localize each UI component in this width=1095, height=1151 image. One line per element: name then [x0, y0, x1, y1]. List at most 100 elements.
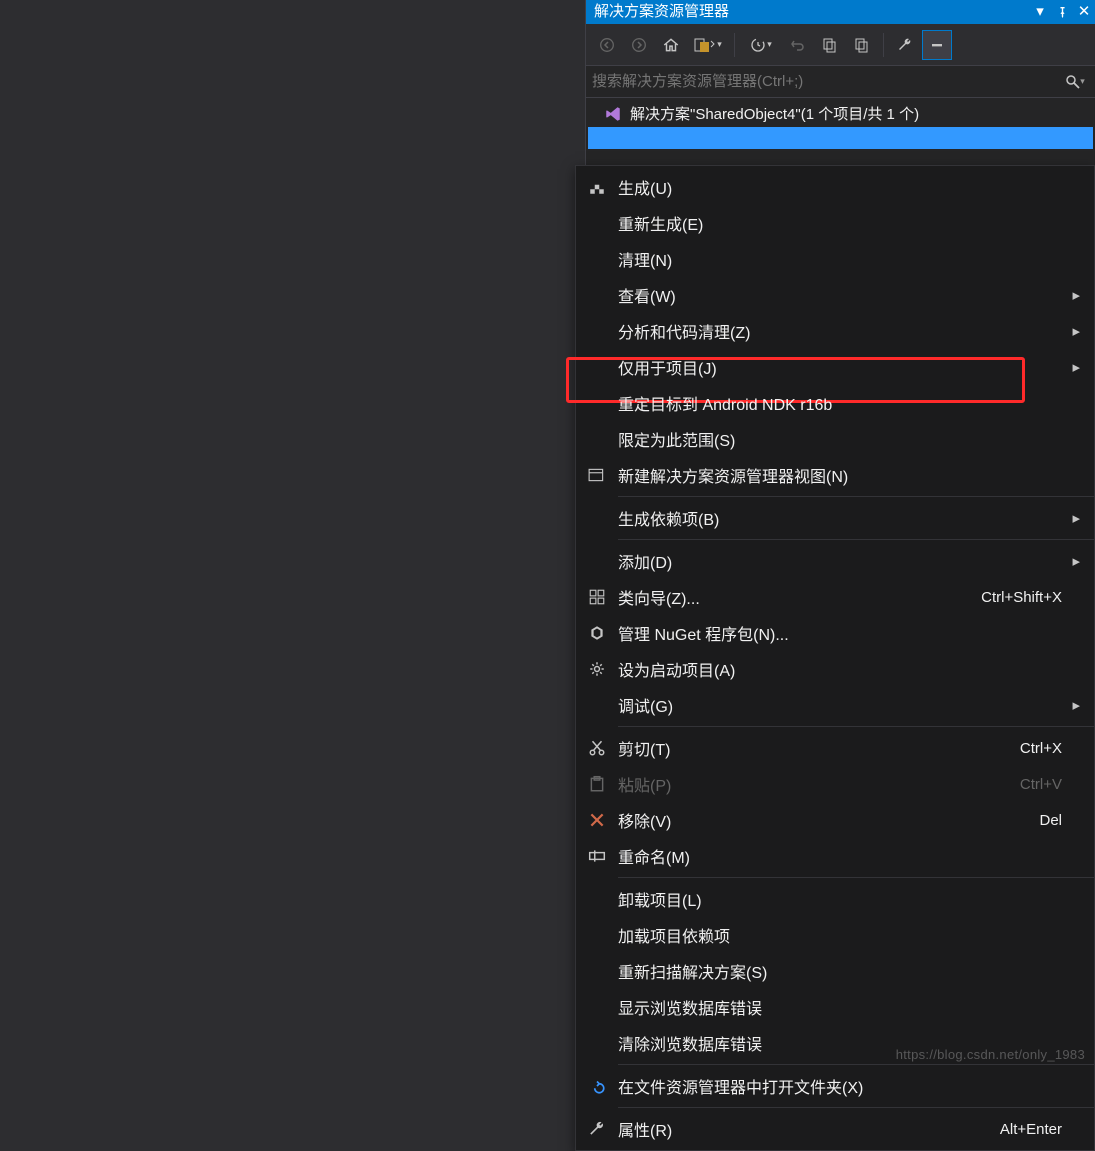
menu-item[interactable]: 重命名(M) [576, 838, 1094, 874]
search-input[interactable] [592, 73, 1061, 90]
menu-item[interactable]: 设为启动项目(A) [576, 651, 1094, 687]
menu-item[interactable]: 清理(N) [576, 241, 1094, 277]
submenu-arrow-icon: ▸ [1062, 286, 1080, 304]
solution-explorer-panel: 解决方案资源管理器 ▾ ✕ ▾ ▾ ▾ 解决方案"SharedObject4"(… [585, 0, 1095, 165]
menu-separator [618, 877, 1094, 878]
menu-item-label: 重新扫描解决方案(S) [618, 959, 1062, 983]
solution-icon [604, 105, 622, 123]
submenu-arrow-icon: ▸ [1062, 509, 1080, 527]
menu-item[interactable]: 移除(V)Del [576, 802, 1094, 838]
copy1-icon[interactable] [815, 30, 845, 60]
menu-item-label: 粘贴(P) [618, 772, 1020, 796]
menu-item-label: 生成(U) [618, 175, 1062, 199]
menu-item-label: 重定目标到 Android NDK r16b [618, 391, 1062, 415]
menu-item-label: 属性(R) [618, 1117, 1000, 1141]
menu-item[interactable]: 重新生成(E) [576, 205, 1094, 241]
menu-item[interactable]: 管理 NuGet 程序包(N)... [576, 615, 1094, 651]
menu-item-label: 查看(W) [618, 283, 1062, 307]
menu-item[interactable]: 限定为此范围(S) [576, 421, 1094, 457]
menu-item-shortcut: Ctrl+Shift+X [981, 589, 1062, 606]
sync-views-icon[interactable]: ▾ [688, 30, 728, 60]
wrench-icon[interactable] [890, 30, 920, 60]
submenu-arrow-icon: ▸ [1062, 358, 1080, 376]
context-menu: 生成(U)重新生成(E)清理(N)查看(W)▸分析和代码清理(Z)▸仅用于项目(… [575, 165, 1095, 1151]
pin-icon[interactable] [1051, 1, 1073, 23]
gear-icon [576, 660, 618, 678]
submenu-arrow-icon: ▸ [1062, 696, 1080, 714]
submenu-arrow-icon: ▸ [1062, 552, 1080, 570]
menu-item[interactable]: 属性(R)Alt+Enter [576, 1111, 1094, 1147]
cut-icon [576, 739, 618, 757]
submenu-arrow-icon: ▸ [1062, 322, 1080, 340]
paste-icon [576, 775, 618, 793]
menu-item[interactable]: 添加(D)▸ [576, 543, 1094, 579]
menu-item[interactable]: 分析和代码清理(Z)▸ [576, 313, 1094, 349]
menu-item-label: 显示浏览数据库错误 [618, 995, 1062, 1019]
forward-icon[interactable] [624, 30, 654, 60]
menu-item[interactable]: 生成依赖项(B)▸ [576, 500, 1094, 536]
panel-toolbar: ▾ ▾ [586, 24, 1095, 66]
menu-item-label: 移除(V) [618, 808, 1039, 832]
menu-separator [618, 1107, 1094, 1108]
menu-item-label: 加载项目依赖项 [618, 923, 1062, 947]
menu-item[interactable]: 仅用于项目(J)▸ [576, 349, 1094, 385]
rename-icon [576, 847, 618, 865]
menu-item[interactable]: 调试(G)▸ [576, 687, 1094, 723]
menu-item[interactable]: 查看(W)▸ [576, 277, 1094, 313]
menu-item-label: 在文件资源管理器中打开文件夹(X) [618, 1074, 1062, 1098]
watermark: https://blog.csdn.net/only_1983 [896, 1047, 1085, 1062]
copy2-icon[interactable] [847, 30, 877, 60]
search-row: ▾ [586, 66, 1095, 98]
menu-item-label: 分析和代码清理(Z) [618, 319, 1062, 343]
menu-item[interactable]: 重新扫描解决方案(S) [576, 953, 1094, 989]
menu-item-label: 仅用于项目(J) [618, 355, 1062, 379]
menu-item-label: 生成依赖项(B) [618, 506, 1062, 530]
solution-tree: 解决方案"SharedObject4"(1 个项目/共 1 个) [586, 98, 1095, 151]
menu-item-label: 添加(D) [618, 549, 1062, 573]
project-node-selected[interactable] [588, 127, 1093, 149]
menu-item-label: 剪切(T) [618, 736, 1020, 760]
menu-item-label: 设为启动项目(A) [618, 657, 1062, 681]
dropdown-icon[interactable]: ▾ [1029, 1, 1051, 23]
menu-item[interactable]: 新建解决方案资源管理器视图(N) [576, 457, 1094, 493]
menu-item-label: 类向导(Z)... [618, 585, 981, 609]
back-icon[interactable] [592, 30, 622, 60]
open-folder-icon [576, 1077, 618, 1095]
menu-item-shortcut: Alt+Enter [1000, 1121, 1062, 1138]
menu-item-label: 调试(G) [618, 693, 1062, 717]
menu-item: 粘贴(P)Ctrl+V [576, 766, 1094, 802]
minus-icon[interactable] [922, 30, 952, 60]
build-icon [576, 178, 618, 196]
menu-separator [618, 1064, 1094, 1065]
menu-item[interactable]: 生成(U) [576, 169, 1094, 205]
panel-title: 解决方案资源管理器 [594, 0, 729, 24]
menu-item-label: 新建解决方案资源管理器视图(N) [618, 463, 1062, 487]
new-view-icon [576, 466, 618, 484]
menu-item-label: 重命名(M) [618, 844, 1062, 868]
menu-item[interactable]: 加载项目依赖项 [576, 917, 1094, 953]
solution-label: 解决方案"SharedObject4"(1 个项目/共 1 个) [630, 103, 919, 124]
menu-item-shortcut: Ctrl+X [1020, 740, 1062, 757]
menu-item-label: 重新生成(E) [618, 211, 1062, 235]
menu-item-label: 管理 NuGet 程序包(N)... [618, 621, 1062, 645]
class-wizard-icon [576, 588, 618, 606]
home-icon[interactable] [656, 30, 686, 60]
menu-item-label: 清理(N) [618, 247, 1062, 271]
menu-item[interactable]: 显示浏览数据库错误 [576, 989, 1094, 1025]
nuget-icon [576, 624, 618, 642]
remove-icon [576, 811, 618, 829]
menu-item[interactable]: 剪切(T)Ctrl+X [576, 730, 1094, 766]
close-icon[interactable]: ✕ [1073, 1, 1095, 23]
menu-separator [618, 539, 1094, 540]
menu-separator [618, 496, 1094, 497]
undo-icon[interactable] [783, 30, 813, 60]
menu-item[interactable]: 卸载项目(L) [576, 881, 1094, 917]
history-icon[interactable]: ▾ [741, 30, 781, 60]
menu-separator [618, 726, 1094, 727]
menu-item[interactable]: 重定目标到 Android NDK r16b [576, 385, 1094, 421]
properties-icon [576, 1120, 618, 1138]
solution-node[interactable]: 解决方案"SharedObject4"(1 个项目/共 1 个) [586, 100, 1095, 127]
menu-item[interactable]: 在文件资源管理器中打开文件夹(X) [576, 1068, 1094, 1104]
search-icon[interactable]: ▾ [1061, 68, 1089, 96]
menu-item[interactable]: 类向导(Z)...Ctrl+Shift+X [576, 579, 1094, 615]
